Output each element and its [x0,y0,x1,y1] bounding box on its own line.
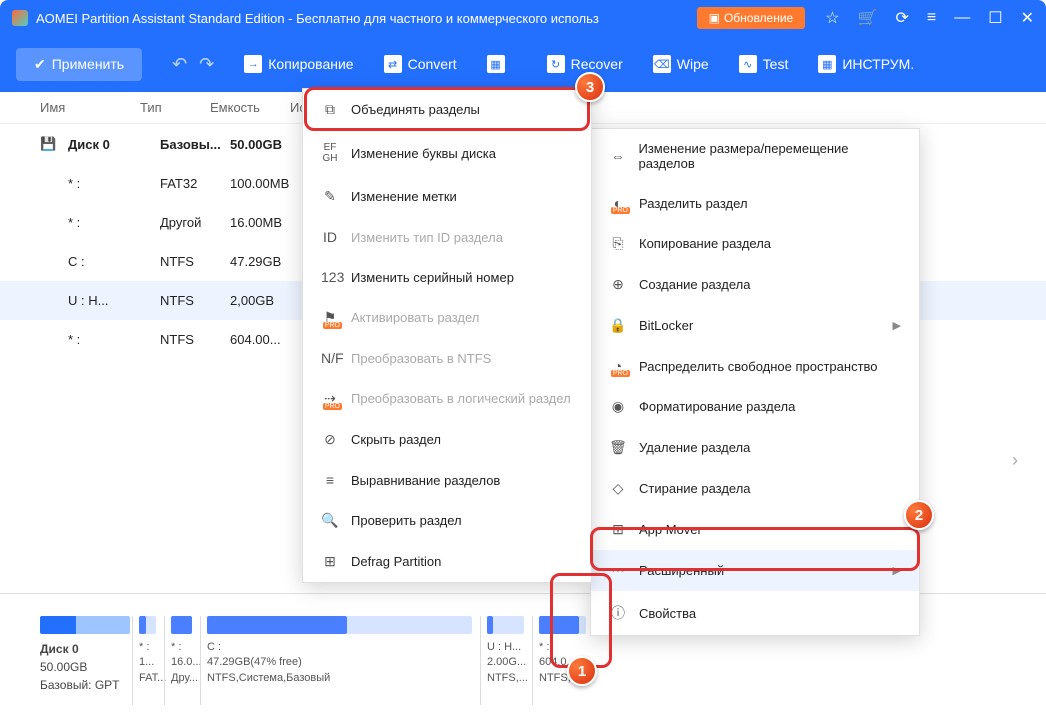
menu-properties[interactable]: ⓘСвойства [591,591,919,635]
refresh-icon[interactable]: ⟳ [896,8,909,28]
convert-tool[interactable]: ⇄Convert [384,55,457,73]
partition-block[interactable]: * :1...FAT... [132,616,162,705]
menu-split[interactable]: ◐PROРазделить раздел [591,183,919,223]
menu-bitlocker[interactable]: 🔒BitLocker▶ [591,305,919,346]
hidden-tool[interactable]: ▦ [487,55,517,73]
context-menu-primary: ⇔Изменение размера/перемещение разделов … [590,128,920,636]
menu-format[interactable]: ◉Форматирование раздела [591,386,919,427]
disk-icon: 💾 [40,136,60,152]
menu-check[interactable]: 🔍Проверить раздел [303,500,591,541]
disk-summary: Диск 0 50.00GB Базовый: GPT [40,616,130,705]
app-logo [12,10,28,26]
menu-activate[interactable]: ⚑PROАктивировать раздел [303,297,591,338]
cart-icon[interactable]: 🛒 [858,8,878,28]
toolbar: ✔ Применить ↶ ↷ →Копирование ⇄Convert ▦ ↻… [0,36,1046,92]
menu-label[interactable]: ✎Изменение метки [303,176,591,217]
window-title: AOMEI Partition Assistant Standard Editi… [36,11,697,26]
partition-block[interactable]: C :47.29GB(47% free)NTFS,Система,Базовый [200,616,478,705]
menu-align[interactable]: ≡Выравнивание разделов [303,460,591,500]
menu-logical[interactable]: ⇢PROПреобразовать в логический раздел [303,378,591,419]
undo-icon[interactable]: ↶ [172,54,187,75]
menu-ntfs[interactable]: N/FПреобразовать в NTFS [303,338,591,378]
menu-wipe[interactable]: ◇Стирание раздела [591,468,919,509]
menu-delete[interactable]: 🗑Удаление раздела [591,427,919,468]
partition-block[interactable]: U : H...2.00G...NTFS,... [480,616,530,705]
menu-id[interactable]: IDИзменить тип ID раздела [303,217,591,257]
menu-icon[interactable]: ≡ [927,9,936,27]
redo-icon[interactable]: ↷ [199,54,214,75]
annotation-badge: 3 [575,72,605,102]
test-tool[interactable]: ∿Test [739,55,789,73]
menu-create[interactable]: ⊕Создание раздела [591,264,919,305]
apply-button[interactable]: ✔ Применить [16,48,142,81]
menu-appmover[interactable]: ⊞App Mover [591,509,919,550]
menu-copy[interactable]: ⎘Копирование раздела [591,223,919,264]
star-icon[interactable]: ☆ [825,8,839,28]
context-menu-advanced: ⧉Объединять разделы EFGHИзменение буквы … [302,88,592,583]
maximize-icon[interactable]: ☐ [988,8,1002,28]
menu-hide[interactable]: ⊘Скрыть раздел [303,419,591,460]
copy-tool[interactable]: →Копирование [244,55,353,73]
recover-tool[interactable]: ↻Recover [547,55,623,73]
titlebar: AOMEI Partition Assistant Standard Editi… [0,0,1046,36]
chevron-right-icon[interactable]: › [1012,450,1018,471]
menu-merge[interactable]: ⧉Объединять разделы [303,89,591,130]
menu-drive-letter[interactable]: EFGHИзменение буквы диска [303,130,591,176]
partition-block[interactable]: * :16.0...Дру... [164,616,198,705]
wipe-tool[interactable]: ⌫Wipe [653,55,709,73]
menu-defrag[interactable]: ⊞Defrag Partition [303,541,591,582]
menu-serial[interactable]: 123Изменить серийный номер [303,257,591,297]
menu-advanced[interactable]: ⋯Расширенный▶ [591,550,919,591]
annotation-badge: 1 [567,656,597,686]
annotation-badge: 2 [904,500,934,530]
menu-allocate[interactable]: ◔PROРаспределить свободное пространство [591,346,919,386]
close-icon[interactable]: ✕ [1021,8,1034,28]
minimize-icon[interactable]: — [954,9,970,27]
menu-resize[interactable]: ⇔Изменение размера/перемещение разделов [591,129,919,183]
instrum-tool[interactable]: ▦ИНСТРУМ. [818,55,914,73]
upgrade-button[interactable]: ▣ Обновление [697,7,806,29]
